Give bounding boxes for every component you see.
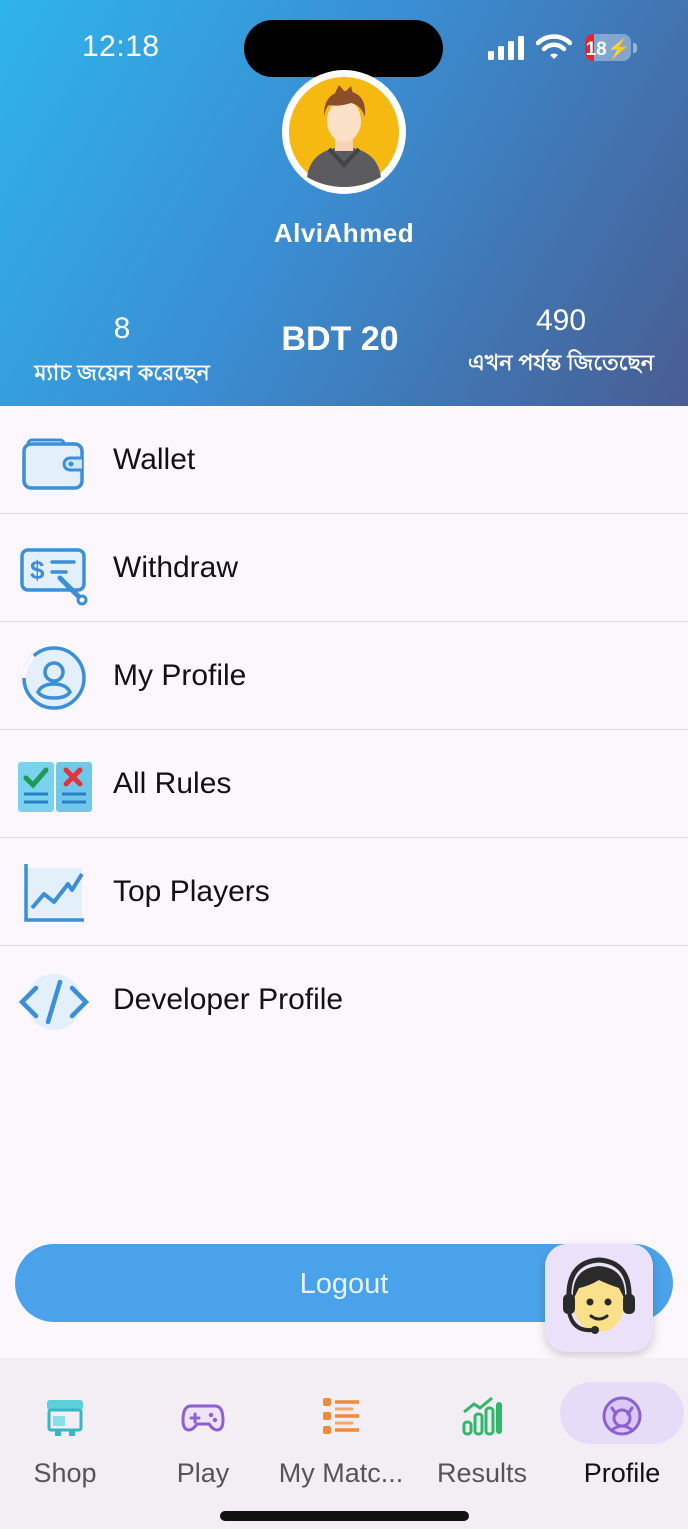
tab-label: Results	[436, 1458, 528, 1488]
code-icon	[18, 974, 90, 1030]
tab-profile[interactable]: Profile	[553, 1358, 688, 1529]
wifi-icon	[536, 34, 572, 59]
profile-menu: Wallet $ Withdraw My Profile All Rules T…	[0, 406, 688, 1053]
avatar-image-icon	[289, 77, 399, 187]
withdraw-icon: $	[20, 548, 88, 606]
dynamic-island	[244, 20, 443, 77]
battery-level: 18	[585, 39, 607, 60]
avatar[interactable]	[282, 70, 406, 194]
status-time: 12:18	[82, 30, 160, 63]
menu-item-label: Wallet	[113, 443, 196, 476]
user-icon	[22, 646, 86, 710]
tab-label: Shop	[33, 1458, 97, 1488]
menu-item-top-players[interactable]: Top Players	[0, 838, 688, 946]
svg-text:$: $	[30, 555, 45, 585]
matches-joined-value: 8	[113, 312, 131, 345]
bottom-tab-bar: Shop Play My Matc... Results Profile	[0, 1358, 688, 1529]
battery-icon: 18⚡	[585, 34, 631, 61]
tab-my-matches[interactable]: My Matc...	[272, 1358, 410, 1529]
menu-item-withdraw[interactable]: $ Withdraw	[0, 514, 688, 622]
menu-item-label: Top Players	[113, 875, 270, 908]
tab-label: Profile	[583, 1458, 661, 1488]
support-button[interactable]	[545, 1244, 653, 1352]
menu-item-label: Withdraw	[113, 551, 239, 584]
total-won-value: 490	[535, 304, 587, 337]
total-won-label: এখন পর্যন্ত জিতেছেন	[468, 350, 654, 375]
profile-header: 12:18 18⚡ AlviAhmed 8 ম্যাচ জয়েন করেছেন…	[0, 0, 688, 406]
tab-play[interactable]: Play	[134, 1358, 272, 1529]
menu-item-my-profile[interactable]: My Profile	[0, 622, 688, 730]
tab-shop[interactable]: Shop	[0, 1358, 134, 1529]
home-indicator	[220, 1511, 469, 1521]
menu-item-label: My Profile	[113, 659, 247, 692]
profile-icon	[602, 1396, 642, 1436]
results-icon	[462, 1396, 502, 1436]
menu-item-all-rules[interactable]: All Rules	[0, 730, 688, 838]
support-agent-icon	[563, 1257, 635, 1334]
tab-label: My Matc...	[278, 1458, 404, 1488]
gamepad-icon	[181, 1404, 225, 1432]
list-icon	[323, 1398, 359, 1434]
username: AlviAhmed	[273, 218, 415, 248]
menu-item-label: Developer Profile	[113, 983, 344, 1016]
balance-value: BDT 20	[281, 320, 399, 358]
tab-results[interactable]: Results	[413, 1358, 551, 1529]
chart-icon	[24, 864, 84, 922]
shop-icon	[47, 1400, 83, 1436]
matches-joined-label: ম্যাচ জয়েন করেছেন	[34, 360, 210, 385]
menu-item-wallet[interactable]: Wallet	[0, 406, 688, 514]
signal-icon	[488, 36, 524, 60]
menu-item-developer-profile[interactable]: Developer Profile	[0, 946, 688, 1053]
wallet-icon	[22, 438, 84, 490]
tab-label: Play	[176, 1458, 230, 1488]
menu-item-label: All Rules	[113, 767, 232, 800]
rules-icon	[18, 762, 92, 812]
